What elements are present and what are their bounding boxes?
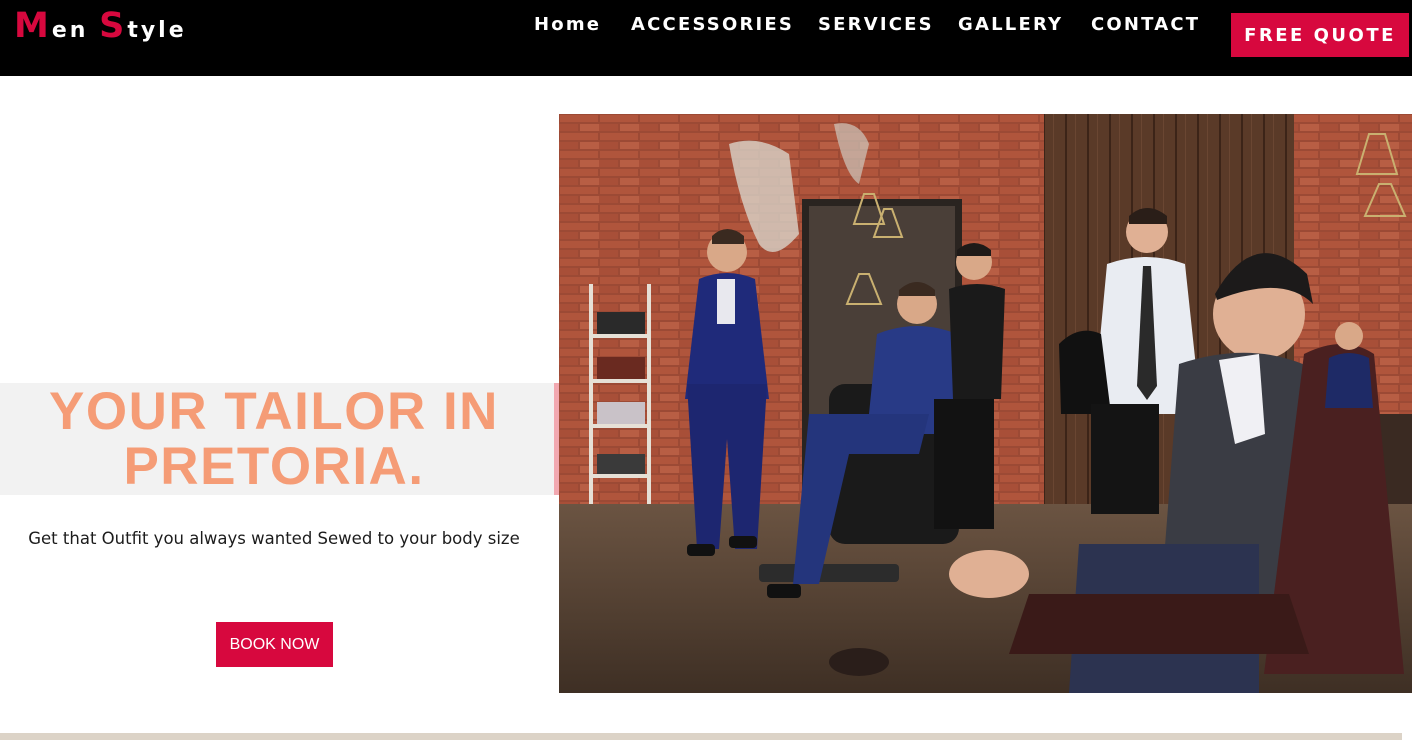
hero-headline-line2: PRETORIA. [123,437,425,496]
hero-headline: YOUR TAILOR IN PRETORIA. [0,384,548,494]
logo-text-en: en [51,18,89,43]
logo-text-tyle: tyle [127,18,187,43]
top-navigation-bar: Men Style Home ACCESSORIES SERVICES GALL… [0,0,1412,76]
nav-link-accessories[interactable]: ACCESSORIES [631,14,794,35]
section-divider [0,733,1402,740]
barbershop-photo-illustration [559,114,1412,693]
nav-link-services[interactable]: SERVICES [818,14,934,35]
free-quote-button[interactable]: FREE QUOTE [1231,13,1409,57]
nav-link-contact[interactable]: CONTACT [1091,14,1200,35]
logo-letter-m: M [14,6,52,46]
site-logo[interactable]: Men Style [14,6,187,46]
nav-link-home[interactable]: Home [534,14,601,35]
hero-headline-line1: YOUR TAILOR IN [49,382,499,441]
book-now-button[interactable]: BOOK NOW [216,622,333,667]
logo-letter-s: S [99,6,128,46]
nav-link-gallery[interactable]: GALLERY [958,14,1063,35]
hero-image [559,114,1412,693]
hero-subtitle: Get that Outfit you always wanted Sewed … [28,529,520,548]
